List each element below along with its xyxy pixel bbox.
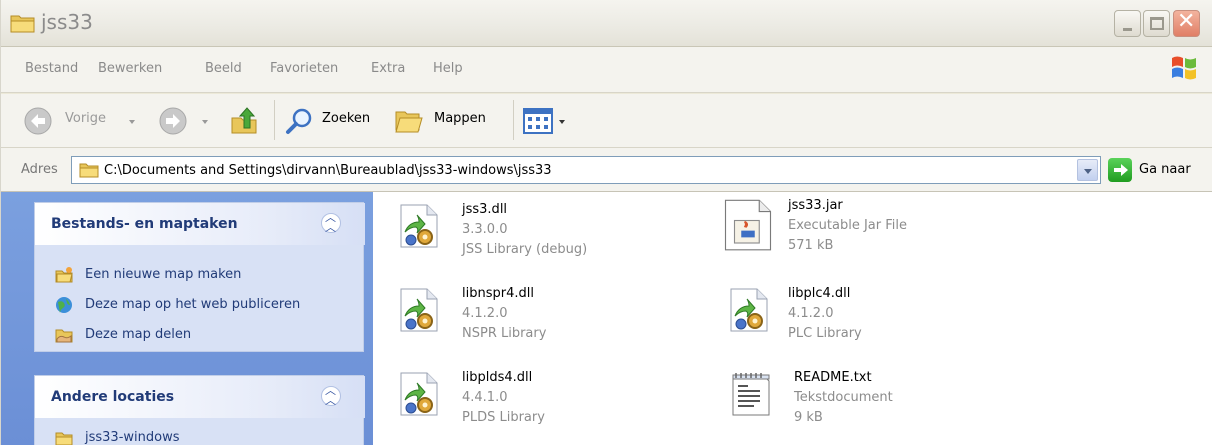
file-list: jss3.dll 3.3.0.0 JSS Library (debug) jss… [373, 192, 1212, 445]
back-label: Vorige [65, 111, 107, 126]
back-button[interactable]: Vorige [21, 102, 146, 140]
go-button[interactable]: Ga naar [1108, 156, 1208, 184]
task-pane: Bestands- en maptaken ︿ ︿ Een nieuwe map … [1, 192, 373, 445]
file-description: JSS Library (debug) [462, 242, 588, 257]
chevron-down-icon [1084, 169, 1092, 174]
jar-icon [724, 199, 772, 251]
other-places-title: Andere locaties [51, 389, 175, 405]
collapse-button[interactable]: ︿ ︿ [321, 211, 341, 234]
address-input[interactable]: C:\Documents and Settings\dirvann\Bureau… [71, 156, 1101, 184]
file-name: libplc4.dll [788, 286, 851, 301]
chevron-up-icon: ︿ ︿ [325, 384, 336, 407]
file-description: NSPR Library [462, 326, 547, 341]
back-arrow-icon [24, 107, 52, 135]
text-document-icon [732, 373, 770, 416]
file-tasks-header[interactable]: Bestands- en maptaken ︿ ︿ [35, 203, 365, 245]
views-icon [523, 108, 553, 134]
file-name: libnspr4.dll [462, 286, 534, 301]
address-path: C:\Documents and Settings\dirvann\Bureau… [104, 163, 552, 178]
folders-button[interactable]: Mappen [394, 102, 504, 140]
folder-icon [79, 163, 99, 178]
menu-beeld[interactable]: Beeld [205, 61, 242, 76]
menu-bar: Bestand Bewerken Beeld Favorieten Extra … [1, 47, 1212, 93]
window-title: jss33 [41, 10, 93, 34]
forward-arrow-icon [159, 107, 187, 135]
file-version: 3.3.0.0 [462, 222, 508, 237]
dll-icon [400, 372, 438, 416]
menu-favorieten[interactable]: Favorieten [270, 61, 338, 76]
search-label: Zoeken [322, 111, 371, 126]
chevron-down-icon [559, 120, 565, 124]
file-item[interactable]: README.txt Tekstdocument 9 kB [727, 370, 1027, 430]
file-version: 4.1.2.0 [462, 306, 508, 321]
content-area: Bestands- en maptaken ︿ ︿ Een nieuwe map … [1, 192, 1212, 445]
address-bar: Adres C:\Documents and Settings\dirvann\… [1, 148, 1212, 192]
file-version: 4.1.2.0 [788, 306, 834, 321]
dll-icon [400, 204, 438, 248]
toolbar: Vorige Zoeken Mappen [1, 94, 1212, 148]
file-tasks-title: Bestands- en maptaken [51, 216, 238, 232]
maximize-button[interactable] [1143, 10, 1170, 37]
file-tasks-panel: Bestands- en maptaken ︿ ︿ Een nieuwe map … [34, 202, 365, 352]
chevron-down-icon [129, 120, 135, 124]
menu-extra[interactable]: Extra [371, 61, 405, 76]
other-places-header[interactable]: Andere locaties ︿ ︿ [35, 376, 365, 418]
chevron-up-icon: ︿ ︿ [325, 211, 336, 234]
file-name: jss33.jar [788, 198, 843, 213]
minimize-button[interactable] [1114, 10, 1141, 37]
file-type: Tekstdocument [794, 390, 893, 405]
file-item[interactable]: jss3.dll 3.3.0.0 JSS Library (debug) [395, 202, 695, 262]
chevron-down-icon [202, 120, 208, 124]
file-name: README.txt [794, 370, 872, 385]
views-button[interactable] [523, 106, 571, 136]
folder-icon [55, 432, 73, 445]
web-publish-icon [56, 297, 72, 313]
share-folder-icon [55, 329, 73, 343]
menu-bewerken[interactable]: Bewerken [98, 61, 162, 76]
address-dropdown-button[interactable] [1077, 159, 1098, 181]
forward-button[interactable] [156, 102, 216, 140]
file-item[interactable]: jss33.jar Executable Jar File 571 kB [721, 198, 1021, 258]
collapse-button[interactable]: ︿ ︿ [321, 384, 341, 407]
file-item[interactable]: libplc4.dll 4.1.2.0 PLC Library [725, 286, 1025, 346]
file-description: PLC Library [788, 326, 862, 341]
go-label: Ga naar [1139, 162, 1191, 177]
search-button[interactable]: Zoeken [284, 102, 384, 140]
folder-icon [10, 15, 35, 33]
close-button[interactable]: ✕ [1173, 9, 1200, 37]
folders-icon [395, 111, 423, 133]
toolbar-separator [513, 100, 514, 140]
task-link-label: Deze map delen [85, 327, 192, 342]
file-size: 9 kB [794, 410, 823, 425]
title-bar[interactable]: jss33 ✕ [1, 0, 1212, 47]
up-folder-icon[interactable] [229, 106, 259, 136]
search-icon [286, 108, 312, 134]
minimize-icon [1123, 28, 1132, 31]
go-arrow-icon [1108, 158, 1132, 182]
address-label: Adres [21, 162, 58, 177]
maximize-icon [1150, 17, 1164, 30]
close-icon: ✕ [1177, 9, 1196, 34]
task-link-label: Deze map op het web publiceren [85, 297, 301, 312]
file-item[interactable]: libnspr4.dll 4.1.2.0 NSPR Library [395, 286, 695, 346]
file-version: 4.4.1.0 [462, 390, 508, 405]
windows-logo-icon [1172, 56, 1196, 80]
menu-bestand[interactable]: Bestand [25, 61, 78, 76]
file-name: libplds4.dll [462, 370, 533, 385]
dll-icon [400, 288, 438, 332]
file-type: Executable Jar File [788, 218, 907, 233]
toolbar-separator [274, 100, 275, 140]
file-item[interactable]: libplds4.dll 4.4.1.0 PLDS Library [395, 370, 695, 430]
other-places-panel: Andere locaties ︿ ︿ jss33-windows [34, 375, 365, 445]
new-folder-icon [55, 267, 73, 283]
menu-help[interactable]: Help [433, 61, 463, 76]
file-size: 571 kB [788, 238, 834, 253]
file-description: PLDS Library [462, 410, 545, 425]
task-link-label: jss33-windows [85, 430, 180, 445]
task-link-label: Een nieuwe map maken [85, 267, 242, 282]
file-name: jss3.dll [462, 202, 508, 217]
explorer-window: jss33 ✕ Bestand Bewerken Beeld Favoriete… [0, 0, 1212, 445]
folders-label: Mappen [434, 111, 486, 126]
dll-icon [730, 288, 768, 332]
